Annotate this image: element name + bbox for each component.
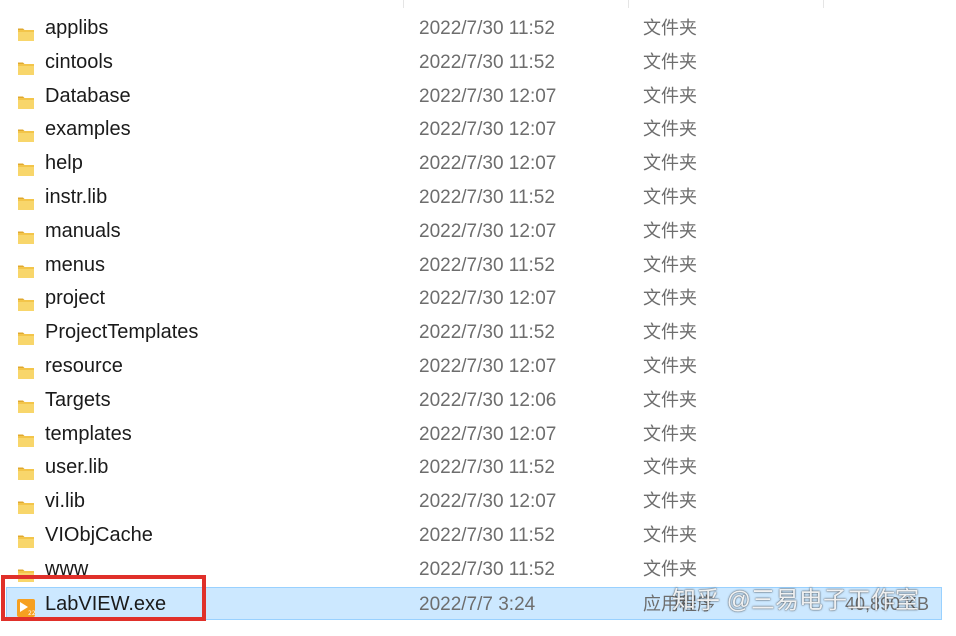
date-modified: 2022/7/30 12:06 — [419, 389, 557, 411]
file-name: help — [45, 152, 83, 175]
file-type: 文件夹 — [643, 220, 697, 241]
file-name: vi.lib — [45, 490, 86, 513]
file-row[interactable]: resource 2022/7/30 12:07 文件夹 — [0, 350, 956, 384]
folder-icon — [17, 21, 35, 41]
column-divider — [628, 0, 629, 8]
file-type: 文件夹 — [643, 18, 697, 38]
file-name: examples — [45, 118, 131, 141]
file-name: templates — [45, 422, 132, 445]
file-row[interactable]: user.lib 2022/7/30 11:52 文件夹 — [0, 451, 956, 485]
file-row[interactable]: Targets 2022/7/30 12:06 文件夹 — [0, 384, 956, 418]
folder-icon — [17, 325, 35, 346]
file-name: Targets — [45, 388, 111, 411]
date-modified: 2022/7/30 12:07 — [419, 355, 557, 377]
file-type: 文件夹 — [643, 186, 697, 207]
file-name: project — [45, 287, 106, 310]
file-name: applibs — [45, 17, 109, 39]
folder-icon — [17, 562, 35, 582]
file-name: user.lib — [45, 456, 109, 479]
date-modified: 2022/7/30 11:52 — [419, 186, 555, 208]
file-name: LabVIEW.exe — [45, 592, 167, 615]
date-modified: 2022/7/30 11:52 — [419, 558, 555, 580]
svg-text:22: 22 — [28, 610, 35, 617]
folder-icon — [17, 258, 35, 278]
date-modified: 2022/7/30 12:07 — [419, 423, 557, 445]
date-modified: 2022/7/30 11:52 — [419, 18, 555, 39]
labview-app-icon: 22 — [17, 596, 36, 617]
date-modified: 2022/7/30 11:52 — [419, 322, 555, 344]
file-name: www — [45, 557, 89, 580]
date-modified: 2022/7/30 11:52 — [419, 457, 555, 479]
file-type: 文件夹 — [643, 322, 697, 343]
file-type: 文件夹 — [643, 254, 697, 275]
date-modified: 2022/7/30 12:07 — [419, 491, 557, 513]
file-row[interactable]: help 2022/7/30 12:07 文件夹 — [0, 147, 956, 181]
file-type: 文件夹 — [643, 288, 697, 309]
folder-icon — [17, 224, 35, 244]
file-row[interactable]: Database 2022/7/30 12:07 文件夹 — [0, 80, 956, 114]
file-row[interactable]: ProjectTemplates 2022/7/30 11:52 文件夹 — [0, 316, 956, 350]
file-name: VIObjCache — [45, 523, 153, 546]
date-modified: 2022/7/30 12:07 — [419, 119, 557, 141]
date-modified: 2022/7/30 11:52 — [419, 51, 555, 73]
file-row[interactable]: project 2022/7/30 12:07 文件夹 — [0, 282, 956, 316]
file-name: instr.lib — [45, 185, 108, 208]
file-row[interactable]: VIObjCache 2022/7/30 11:52 文件夹 — [0, 519, 956, 553]
folder-icon — [17, 89, 35, 109]
file-type: 文件夹 — [643, 355, 697, 376]
file-type: 文件夹 — [643, 389, 697, 410]
file-name: resource — [45, 354, 123, 377]
file-type: 文件夹 — [643, 423, 697, 444]
file-row[interactable]: vi.lib 2022/7/30 12:07 文件夹 — [0, 485, 956, 519]
folder-icon — [17, 427, 35, 447]
folder-icon — [17, 156, 35, 177]
file-row[interactable]: examples 2022/7/30 12:07 文件夹 — [0, 113, 956, 147]
file-row[interactable]: applibs 2022/7/30 11:52 文件夹 — [0, 12, 956, 46]
file-row[interactable]: cintools 2022/7/30 11:52 文件夹 — [0, 46, 956, 80]
folder-icon — [17, 55, 35, 75]
file-type: 文件夹 — [643, 457, 697, 478]
date-modified: 2022/7/30 11:52 — [419, 254, 555, 276]
file-name: Database — [45, 84, 131, 107]
file-row[interactable]: templates 2022/7/30 12:07 文件夹 — [0, 418, 956, 452]
folder-icon — [17, 291, 35, 312]
date-modified: 2022/7/30 12:07 — [419, 288, 557, 310]
file-name: ProjectTemplates — [45, 321, 199, 344]
folder-icon — [17, 460, 35, 481]
file-type: 文件夹 — [643, 491, 697, 512]
column-divider — [403, 0, 404, 8]
file-type: 文件夹 — [643, 524, 697, 545]
folder-icon — [17, 494, 35, 515]
file-row[interactable]: instr.lib 2022/7/30 11:52 文件夹 — [0, 181, 956, 215]
file-type: 文件夹 — [643, 119, 697, 140]
folder-icon — [17, 359, 35, 379]
watermark: 知乎 @三易电子工作室 — [672, 587, 920, 614]
file-type: 文件夹 — [643, 85, 697, 106]
date-modified: 2022/7/30 11:52 — [419, 524, 555, 546]
folder-icon — [17, 528, 35, 548]
file-type: 文件夹 — [643, 51, 697, 72]
file-type: 文件夹 — [643, 153, 697, 174]
date-modified: 2022/7/30 12:07 — [419, 220, 557, 242]
file-list: applibs 2022/7/30 11:52 文件夹 cintools 2022/7/… — [0, 12, 956, 621]
folder-icon — [17, 190, 35, 210]
date-modified: 2022/7/7 3:24 — [419, 593, 536, 615]
folder-icon — [17, 393, 35, 413]
file-name: manuals — [45, 219, 121, 242]
file-name: menus — [45, 253, 106, 276]
date-modified: 2022/7/30 12:07 — [419, 153, 557, 175]
column-divider — [823, 0, 824, 8]
date-modified: 2022/7/30 12:07 — [419, 85, 557, 107]
file-row[interactable]: menus 2022/7/30 11:52 文件夹 — [0, 249, 956, 283]
file-row[interactable]: manuals 2022/7/30 12:07 文件夹 — [0, 215, 956, 249]
file-name: cintools — [45, 50, 113, 73]
folder-icon — [17, 122, 35, 143]
